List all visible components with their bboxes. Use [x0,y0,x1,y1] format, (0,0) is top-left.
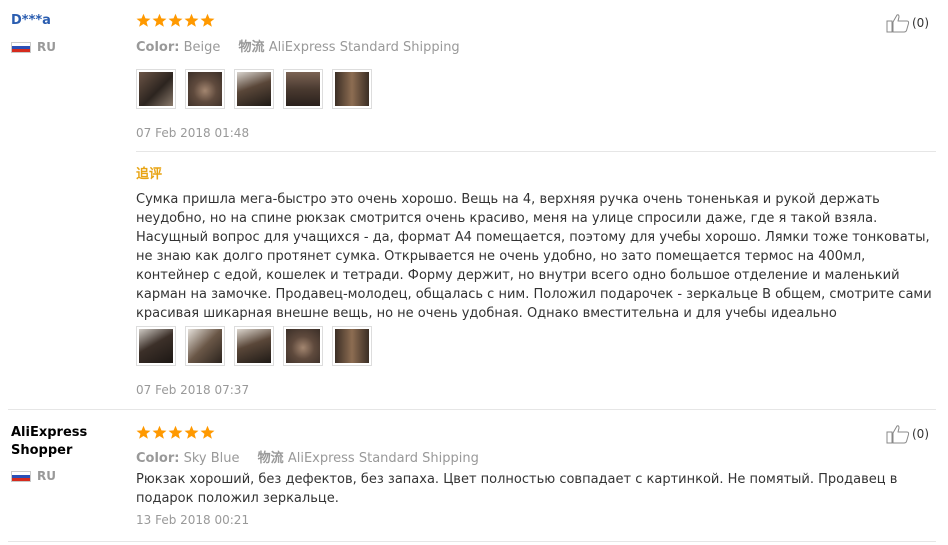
review-photo-thumbnail[interactable] [136,69,176,109]
review-photo-thumbnail[interactable] [234,69,274,109]
follow-up-review-title: 追评 [136,167,163,182]
divider [136,151,936,152]
review-photos [136,69,372,109]
review-divider [8,541,936,542]
star-icon [184,13,199,28]
shipping-value: AliExpress Standard Shipping [268,40,460,55]
star-icon [200,13,215,28]
buyer-country: RU [11,469,56,483]
buyer-country: RU [11,40,56,54]
review-text: Рюкзак хороший, без дефектов, без запаха… [136,472,898,506]
star-icon [136,425,151,440]
buyer-name[interactable]: D***a [11,12,51,30]
helpful-button[interactable]: (0) [886,424,929,444]
color-value: Sky Blue [183,451,240,466]
country-code: RU [37,40,56,54]
review-photo-thumbnail[interactable] [332,69,372,109]
review-date: 07 Feb 2018 01:48 [136,126,250,140]
follow-up-review-photos [136,326,372,366]
review-photo-thumbnail[interactable] [185,326,225,366]
review-photo-thumbnail[interactable] [283,69,323,109]
thumbs-up-icon [886,424,910,444]
review-item: D***a RU Color: Beige 物流 AliExpress Stan… [0,0,948,410]
review-photo-thumbnail[interactable] [185,69,225,109]
review-item: AliExpress Shopper RU Color: Sky Blue 物流… [0,410,948,545]
order-info: Color: Beige 物流 AliExpress Standard Ship… [136,36,460,55]
star-icon [168,13,183,28]
star-rating [136,13,215,28]
order-info: Color: Sky Blue 物流 AliExpress Standard S… [136,447,479,466]
buyer-name-line2: Shopper [11,443,73,458]
review-photo-thumbnail[interactable] [136,326,176,366]
color-value: Beige [183,40,221,55]
review-date: 13 Feb 2018 00:21 [136,513,250,527]
helpful-count: (0) [912,16,929,30]
review-photo-thumbnail[interactable] [332,326,372,366]
star-icon [136,13,151,28]
follow-up-review-text: Сумка пришла мега-быстро это очень хорош… [136,192,932,321]
star-icon [152,425,167,440]
color-label: Color: [136,40,180,55]
star-icon [184,425,199,440]
shipping-label: 物流 [238,40,265,55]
star-rating [136,425,215,440]
review-photo-thumbnail[interactable] [283,326,323,366]
helpful-count: (0) [912,427,929,441]
country-code: RU [37,469,56,483]
shipping-label: 物流 [257,451,284,466]
star-icon [200,425,215,440]
russia-flag-icon [11,41,31,53]
shipping-value: AliExpress Standard Shipping [287,451,479,466]
buyer-name-line1: AliExpress [11,425,88,440]
review-photo-thumbnail[interactable] [234,326,274,366]
follow-up-review-date: 07 Feb 2018 07:37 [136,383,250,397]
star-icon [152,13,167,28]
helpful-button[interactable]: (0) [886,13,929,33]
star-icon [168,425,183,440]
color-label: Color: [136,451,180,466]
thumbs-up-icon [886,13,910,33]
russia-flag-icon [11,470,31,482]
